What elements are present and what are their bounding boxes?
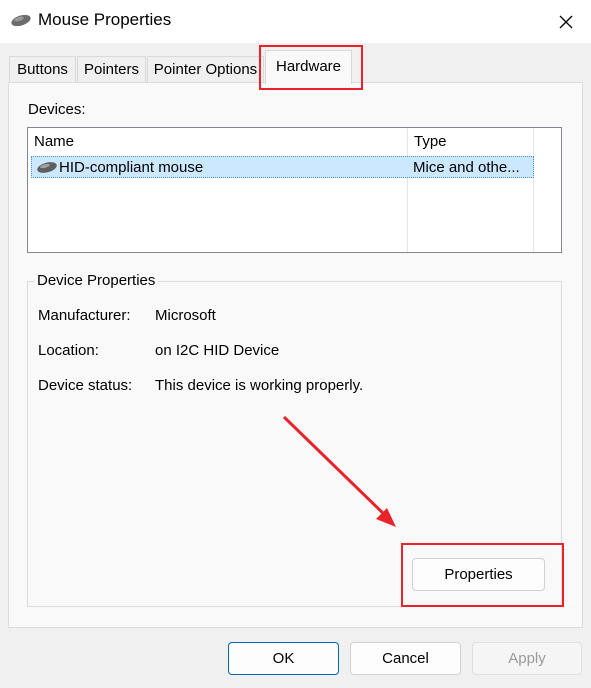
annotation-arrow-icon bbox=[282, 415, 396, 527]
